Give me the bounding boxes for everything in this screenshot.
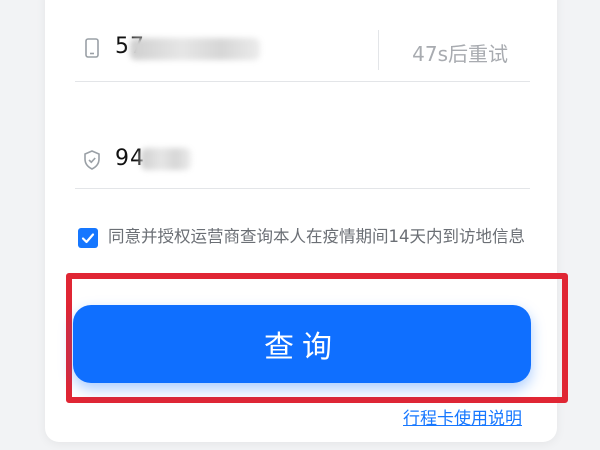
resend-code-button[interactable]: 47s后重试 — [412, 38, 508, 67]
help-link[interactable]: 行程卡使用说明 — [403, 404, 522, 429]
phone-row: 57 47s后重试 — [75, 0, 530, 82]
field-divider — [378, 30, 379, 70]
code-redaction — [141, 148, 191, 170]
agreement-text: 同意并授权运营商查询本人在疫情期间14天内到访地信息 — [108, 227, 525, 246]
query-button[interactable]: 查询 — [73, 305, 531, 383]
code-row: 94 — [75, 108, 530, 189]
phone-redaction — [130, 38, 260, 60]
phone-icon — [80, 36, 104, 60]
shield-check-icon — [80, 148, 104, 172]
agreement-checkbox[interactable] — [78, 228, 98, 248]
